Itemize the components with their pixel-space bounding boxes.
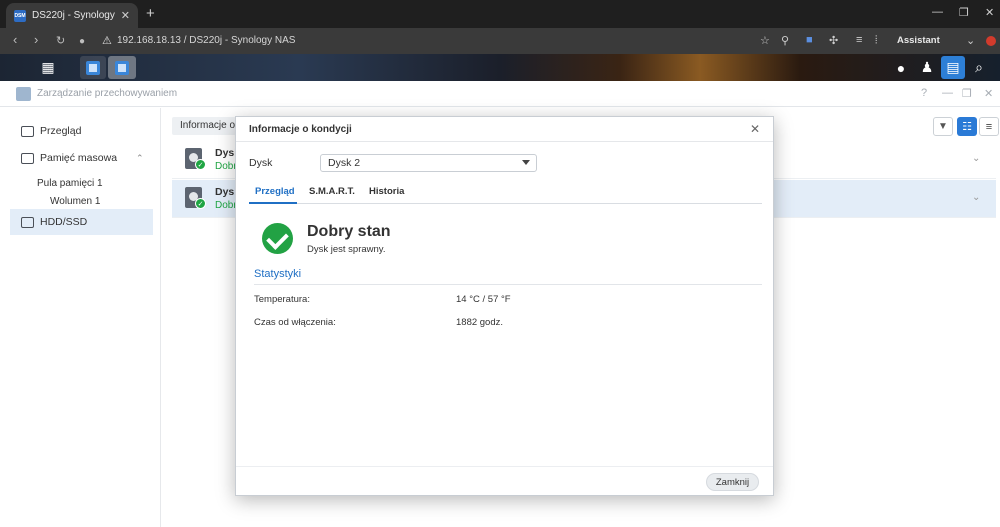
- dialog-title: Informacje o kondycji: [249, 124, 352, 135]
- microphone-icon[interactable]: ●: [79, 35, 85, 49]
- dsm-favicon-icon: DSM: [14, 9, 26, 22]
- puzzle-icon[interactable]: ✣: [829, 34, 838, 47]
- dsm-taskbar: ▦ ● ♟ ▤ ⌕: [0, 54, 1000, 81]
- disk-select[interactable]: Dysk 2: [320, 154, 537, 172]
- sidebar: Przegląd Pamięć masowa ⌃ Pula pamięci 1 …: [0, 108, 161, 527]
- overview-icon: [21, 125, 34, 137]
- window-maximize-icon[interactable]: ❐: [962, 87, 972, 100]
- bookmark-star-icon[interactable]: ☆: [760, 34, 770, 47]
- storage-icon: [21, 152, 34, 164]
- sidebar-item-overview[interactable]: Przegląd: [10, 118, 153, 144]
- chevron-down-icon[interactable]: ⌄: [972, 153, 980, 164]
- assistant-button[interactable]: Assistant: [897, 35, 940, 46]
- sidebar-item-volume[interactable]: Wolumen 1: [50, 196, 100, 207]
- window-close-icon[interactable]: ✕: [985, 6, 994, 19]
- user-icon[interactable]: ♟: [915, 56, 939, 79]
- status-description: Dysk jest sprawny.: [307, 244, 386, 255]
- close-button[interactable]: Zamknij: [706, 473, 759, 491]
- back-icon[interactable]: ‹: [13, 33, 17, 47]
- forward-icon[interactable]: ›: [34, 33, 38, 47]
- browser-tab-strip: DSM DS220j - Synology NAS ✕ + — ❐ ✕: [0, 0, 1000, 28]
- profile-icon[interactable]: [986, 36, 996, 46]
- window-titlebar: Zarządzanie przechowywaniem ? — ❐ ✕: [0, 81, 1000, 107]
- url-text[interactable]: 192.168.18.13 / DS220j - Synology NAS: [117, 35, 295, 46]
- disk-select-label: Dysk: [249, 157, 273, 169]
- minimize-icon[interactable]: —: [932, 6, 943, 18]
- check-icon: ✓: [195, 159, 206, 170]
- active-tab-indicator: [249, 202, 297, 204]
- list-view-icon[interactable]: ≡: [979, 117, 999, 136]
- chat-icon[interactable]: ●: [889, 56, 913, 79]
- divider: [254, 284, 762, 285]
- dialog-footer-divider: [236, 466, 773, 467]
- chevron-down-icon[interactable]: ⌄: [972, 192, 980, 203]
- extension-icon[interactable]: ■: [806, 34, 813, 46]
- new-tab-button[interactable]: +: [146, 6, 155, 21]
- tab-title: DS220j - Synology NAS: [32, 10, 117, 21]
- filter-icon[interactable]: ▼: [933, 117, 953, 136]
- tab-history[interactable]: Historia: [369, 186, 404, 197]
- info-tab[interactable]: Informacje o: [172, 117, 244, 135]
- storage-manager-icon: [16, 87, 31, 101]
- chevron-down-icon[interactable]: ⌄: [966, 34, 975, 47]
- stat-value: 14 °C / 57 °F: [456, 294, 511, 305]
- window-title: Zarządzanie przechowywaniem: [37, 88, 178, 99]
- audio-icon[interactable]: ⦙: [875, 34, 877, 47]
- widgets-icon[interactable]: ▤: [941, 56, 965, 79]
- taskbar-app-icon[interactable]: [80, 56, 106, 79]
- close-icon[interactable]: ✕: [750, 122, 760, 136]
- menu-lines-icon[interactable]: ≡: [856, 34, 862, 46]
- caret-down-icon: [522, 160, 530, 165]
- tab-close-icon[interactable]: ✕: [121, 9, 130, 22]
- help-icon[interactable]: ?: [921, 87, 927, 99]
- check-circle-icon: [262, 223, 293, 254]
- chevron-up-icon[interactable]: ⌃: [136, 153, 144, 164]
- restore-icon[interactable]: ❐: [959, 6, 969, 19]
- health-info-dialog: Informacje o kondycji ✕ Dysk Dysk 2 Prze…: [235, 116, 774, 496]
- card-view-icon[interactable]: ☷: [957, 117, 977, 136]
- reload-icon[interactable]: ↻: [56, 34, 65, 48]
- sidebar-item-label: Przegląd: [40, 125, 82, 137]
- main-menu-icon[interactable]: ▦: [30, 56, 66, 79]
- link-icon[interactable]: ⚲: [781, 34, 789, 47]
- sidebar-item-pool[interactable]: Pula pamięci 1: [37, 178, 103, 189]
- hdd-icon: [21, 216, 34, 228]
- window-close-icon[interactable]: ✕: [984, 87, 993, 100]
- stat-label: Czas od włączenia:: [254, 317, 336, 328]
- check-icon: ✓: [195, 198, 206, 209]
- stat-value: 1882 godz.: [456, 317, 504, 328]
- status-title: Dobry stan: [307, 223, 391, 240]
- sidebar-item-storage[interactable]: Pamięć masowa: [10, 145, 153, 171]
- dialog-header: Informacje o kondycji ✕: [236, 117, 773, 142]
- sidebar-item-label: HDD/SSD: [40, 216, 88, 228]
- disk-select-value: Dysk 2: [328, 157, 361, 169]
- window-minimize-icon[interactable]: —: [942, 87, 953, 99]
- sidebar-item-hdd[interactable]: HDD/SSD: [10, 209, 153, 235]
- address-bar: ‹ › ↻ ● ⚠ 192.168.18.13 / DS220j - Synol…: [0, 28, 1000, 54]
- stats-heading: Statystyki: [254, 268, 302, 280]
- tab-smart[interactable]: S.M.A.R.T.: [309, 186, 355, 197]
- dialog-tabs: Przegląd S.M.A.R.T. Historia: [249, 183, 762, 204]
- warning-icon[interactable]: ⚠: [102, 34, 112, 47]
- browser-tab[interactable]: DSM DS220j - Synology NAS ✕: [6, 3, 138, 28]
- stat-label: Temperatura:: [254, 294, 310, 305]
- search-icon[interactable]: ⌕: [967, 56, 991, 79]
- sidebar-item-label: Pamięć masowa: [40, 152, 118, 164]
- taskbar-storage-manager-icon[interactable]: [108, 56, 136, 79]
- tab-overview[interactable]: Przegląd: [255, 186, 295, 197]
